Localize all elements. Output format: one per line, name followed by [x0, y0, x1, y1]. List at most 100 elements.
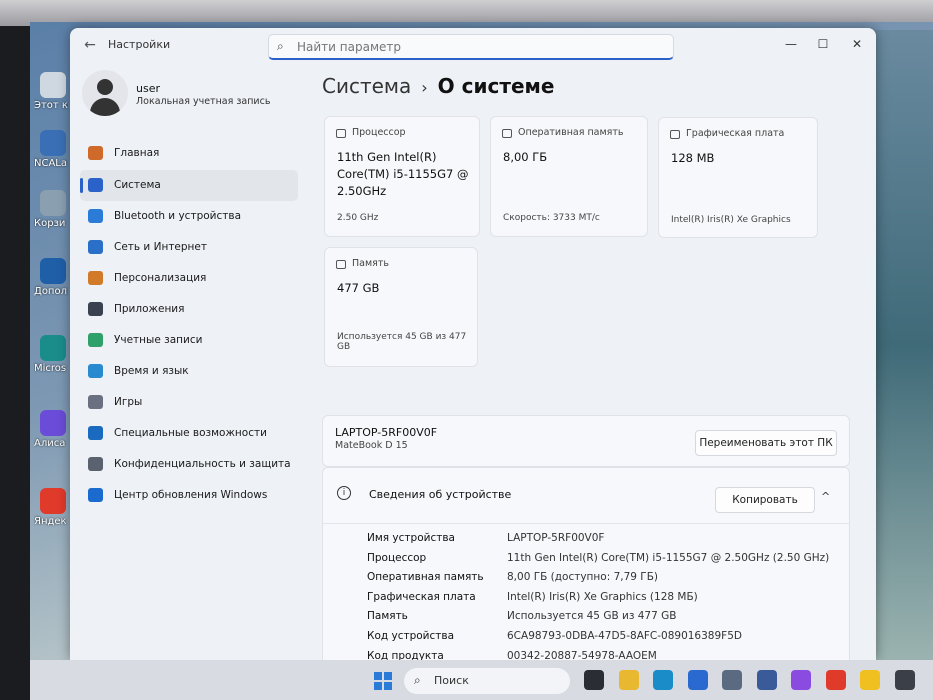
desktop-app-icon	[40, 190, 66, 216]
desktop-icon[interactable]: Этот компь	[34, 72, 68, 112]
sidebar-item-label: Главная	[114, 147, 160, 159]
search-input[interactable]	[297, 38, 657, 56]
file-explorer-icon[interactable]	[618, 670, 639, 690]
spec-key: Имя устройства	[367, 532, 455, 544]
sidebar-item-0[interactable]: Главная	[80, 138, 298, 169]
sidebar-item-label: Приложения	[114, 303, 185, 315]
sidebar-item-5[interactable]: Приложения	[80, 294, 298, 325]
photos-icon[interactable]	[756, 670, 777, 690]
bluetooth-icon	[88, 209, 103, 223]
copy-button[interactable]: Копировать	[715, 487, 815, 513]
gamepad-icon	[88, 395, 103, 409]
desktop-icon[interactable]: NCALa	[34, 130, 68, 170]
desktop-app-icon	[40, 488, 66, 514]
desktop-icon-label: Яндек Браузе	[34, 516, 68, 527]
minimize-button[interactable]: —	[776, 34, 806, 54]
sidebar-item-7[interactable]: Время и язык	[80, 356, 298, 387]
sidebar-item-3[interactable]: Сеть и Интернет	[80, 232, 298, 263]
desktop-icon[interactable]: Дополн сведени	[34, 258, 68, 298]
sidebar-item-6[interactable]: Учетные записи	[80, 325, 298, 356]
sidebar-item-label: Система	[114, 179, 161, 191]
desktop-icon[interactable]: Яндек Браузе	[34, 488, 68, 528]
shield-icon	[88, 457, 103, 471]
ram-card: Оперативная память 8,00 ГБ Скорость: 373…	[490, 116, 648, 237]
store-icon[interactable]	[687, 670, 708, 690]
sidebar-item-label: Учетные записи	[114, 334, 203, 346]
rename-pc-button[interactable]: Переименовать этот ПК	[695, 430, 837, 456]
maximize-button[interactable]: ☐	[808, 34, 838, 54]
sidebar-item-label: Сеть и Интернет	[114, 241, 207, 253]
ram-card-title: Оперативная память	[518, 127, 624, 138]
spec-value: 00342-20887-54978-AAOEM	[507, 649, 657, 660]
desktop-app-icon	[40, 410, 66, 436]
close-button[interactable]: ✕	[842, 34, 872, 54]
windows-logo-icon	[384, 682, 392, 690]
start-button[interactable]	[374, 672, 392, 690]
sidebar-item-4[interactable]: Персонализация	[80, 263, 298, 294]
chevron-up-icon[interactable]: ^	[821, 490, 830, 503]
apps-icon	[88, 302, 103, 316]
spec-value: LAPTOP-5RF00V0F	[507, 532, 605, 544]
search-icon: ⌕	[414, 673, 421, 687]
device-name-card: LAPTOP-5RF00V0F MateBook D 15 Переименов…	[322, 415, 850, 467]
ram-card-value: 8,00 ГБ	[503, 150, 548, 164]
windows-logo-icon	[384, 672, 392, 680]
spec-value: 6CA98793-0DBA-47D5-8AFC-089016389F5D	[507, 630, 742, 642]
edge-icon[interactable]	[653, 670, 673, 690]
spec-value: Используется 45 GB из 477 GB	[507, 610, 677, 623]
desktop-icon-label: NCALa	[34, 158, 68, 169]
desktop-app-icon	[40, 130, 66, 156]
sidebar-item-1[interactable]: Система	[80, 170, 298, 201]
globe-clock-icon	[88, 364, 103, 378]
alice-icon[interactable]	[791, 670, 811, 690]
taskbar-search-label: Поиск	[434, 674, 469, 687]
gpu-card: Графическая плата 128 MB Intel(R) Iris(R…	[658, 117, 818, 238]
desktop-app-icon	[40, 258, 66, 284]
taskbar: ⌕ Поиск	[30, 660, 933, 700]
device-specs-header[interactable]: i Сведения об устройстве Копировать ^	[323, 468, 849, 524]
desktop-icon[interactable]: Алиса	[34, 410, 68, 450]
sidebar-item-label: Игры	[114, 396, 143, 408]
windows-logo-icon	[374, 682, 382, 690]
ram-icon	[502, 129, 512, 138]
yandex-icon[interactable]	[825, 670, 846, 690]
sidebar-item-label: Bluetooth и устройства	[114, 210, 241, 222]
desktop-icon-label: Дополн сведени	[34, 286, 68, 297]
desktop-wallpaper-right	[872, 30, 933, 660]
back-arrow-icon[interactable]: ←	[80, 36, 100, 54]
desktop-app-icon	[40, 72, 66, 98]
cpu-icon	[336, 129, 346, 138]
avatar-body	[90, 98, 120, 116]
spec-key: Процессор	[367, 551, 427, 564]
cpu-card-sub: 2.50 GHz	[337, 213, 379, 223]
breadcrumb-separator: ›	[421, 78, 428, 97]
home-icon	[88, 146, 103, 160]
gpu-card-value: 128 MB	[671, 151, 715, 165]
taskbar-search[interactable]: ⌕ Поиск	[404, 668, 570, 694]
desktop-icon[interactable]: Micros Edge	[34, 335, 68, 375]
sidebar-item-9[interactable]: Специальные возможности	[80, 418, 298, 449]
spec-value: Intel(R) Iris(R) Xe Graphics (128 МБ)	[507, 590, 698, 603]
task-view-icon[interactable]	[584, 670, 604, 690]
desktop-icon-label: Micros Edge	[34, 363, 68, 374]
sidebar-item-11[interactable]: Центр обновления Windows	[80, 480, 298, 511]
monitor-icon	[88, 178, 103, 192]
spec-key: Код продукта	[367, 649, 444, 660]
spec-value: 11th Gen Intel(R) Core(TM) i5-1155G7 @ 2…	[507, 551, 830, 564]
desktop-icon[interactable]: Корзи	[34, 190, 68, 230]
sidebar-item-2[interactable]: Bluetooth и устройства	[80, 201, 298, 232]
device-specs-card: i Сведения об устройстве Копировать ^ Им…	[322, 467, 850, 660]
sidebar-item-10[interactable]: Конфиденциальность и защита	[80, 449, 298, 480]
cpu-card-title: Процессор	[352, 127, 406, 138]
device-specs-title: Сведения об устройстве	[369, 488, 512, 501]
search-box[interactable]: ⌕	[268, 34, 674, 60]
yandex-browser-icon[interactable]	[860, 670, 880, 690]
app-icon[interactable]	[722, 670, 742, 690]
sidebar-item-8[interactable]: Игры	[80, 387, 298, 418]
breadcrumb-parent[interactable]: Система	[322, 74, 411, 98]
desktop-icon-label: Этот компь	[34, 100, 68, 111]
avatar[interactable]	[82, 70, 128, 116]
storage-icon	[336, 260, 346, 269]
settings-icon[interactable]	[894, 670, 915, 690]
spec-value: 8,00 ГБ (доступно: 7,79 ГБ)	[507, 571, 658, 584]
